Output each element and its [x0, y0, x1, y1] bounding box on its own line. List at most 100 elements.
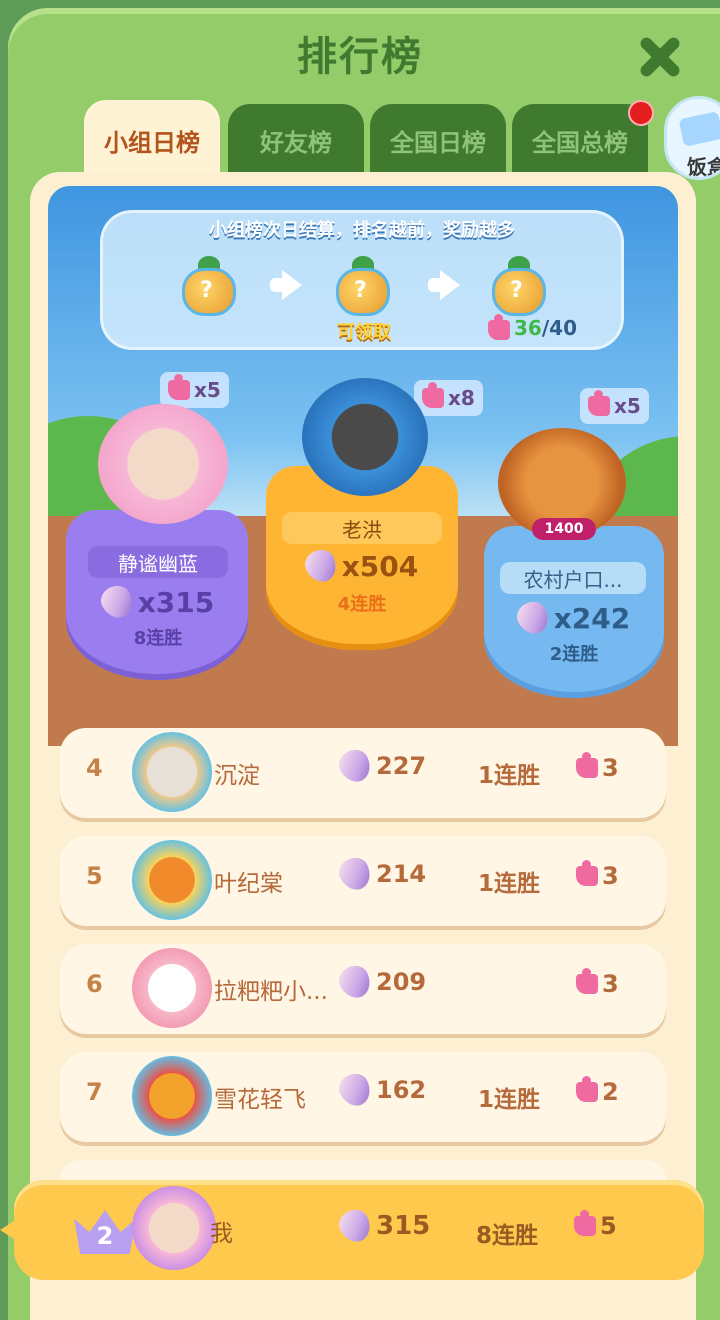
my-rank-number: 2 [96, 1222, 114, 1250]
avatar[interactable] [132, 840, 212, 920]
my-piece-count: 5 [574, 1210, 617, 1240]
tab-group-daily[interactable]: 小组日榜 [84, 100, 220, 180]
podium-score-rank1: x504 [282, 545, 442, 587]
my-avatar[interactable] [132, 1186, 216, 1270]
avatar-rank2[interactable] [98, 404, 228, 524]
piece-count: 3 [576, 752, 619, 782]
lunchbox-label: 饭盒 [687, 155, 720, 179]
player-name: 叶纪棠 [214, 871, 283, 897]
tab-national-daily[interactable]: 全国日榜 [370, 104, 506, 176]
score-value: 227 [376, 752, 427, 780]
score-value: 209 [376, 968, 427, 996]
pieces-value: 5 [600, 1212, 617, 1240]
pieces-value: 2 [602, 1078, 619, 1106]
shell-icon [512, 597, 554, 639]
podium-streak-rank2: 8连胜 [133, 628, 183, 649]
piece-count: 3 [576, 968, 619, 998]
close-icon[interactable] [636, 34, 682, 80]
score-value: 214 [376, 860, 427, 888]
list-item[interactable]: 5 叶纪棠 214 1连胜 3 [60, 836, 666, 926]
shell-icon [334, 1069, 376, 1111]
reward-chest-2[interactable]: ? [332, 256, 394, 318]
arrow-right-icon [270, 270, 304, 300]
my-win-streak: 8连胜 [476, 1223, 539, 1249]
my-rank-bar[interactable]: 2 我 315 8连胜 5 [0, 1180, 704, 1280]
list-item[interactable]: 6 拉粑粑小... 209 3 [60, 944, 666, 1034]
piece-count: 3 [576, 860, 619, 890]
pieces-value: 3 [602, 970, 619, 998]
puzzle-piece-icon [576, 1076, 598, 1102]
puzzle-piece-icon [574, 1210, 596, 1236]
reward-chest-3[interactable]: ? [488, 256, 550, 318]
pieces-bubble-rank1: x8 [414, 380, 483, 416]
avatar[interactable] [132, 1056, 212, 1136]
score-value: 315 [376, 1211, 431, 1241]
progress-current: 36 [514, 316, 542, 340]
pieces-count: x5 [614, 394, 641, 418]
shell-icon [334, 853, 376, 895]
pieces-bubble-rank3: x5 [580, 388, 649, 424]
rank-number: 6 [86, 970, 103, 998]
shell-score: 162 [334, 1069, 427, 1111]
puzzle-piece-icon [576, 968, 598, 994]
podium-name-rank2: 静谧幽蓝 [88, 546, 228, 578]
shell-icon [96, 581, 138, 623]
win-streak: 1连胜 [478, 763, 541, 789]
win-streak: 1连胜 [478, 871, 541, 897]
player-name: 拉粑粑小... [214, 979, 328, 1005]
score-value: x242 [553, 601, 631, 635]
avatar[interactable] [132, 732, 212, 812]
rank-number: 5 [86, 862, 103, 890]
pieces-count: x8 [448, 386, 475, 410]
list-item[interactable]: 7 雪花轻飞 162 1连胜 2 [60, 1052, 666, 1142]
win-streak: 1连胜 [478, 1087, 541, 1113]
player-name: 沉淀 [214, 763, 260, 789]
score-value: 162 [376, 1076, 427, 1104]
podium-score-rank2: x315 [78, 581, 238, 623]
puzzle-piece-icon [576, 752, 598, 778]
pieces-value: 3 [602, 862, 619, 890]
lunchbox-button[interactable]: 饭盒 [664, 96, 720, 180]
pieces-count: x5 [194, 378, 221, 402]
podium-score-rank3: x242 [494, 597, 654, 639]
page-title: 排行榜 [297, 34, 423, 80]
shell-score: 214 [334, 853, 427, 895]
puzzle-piece-icon [168, 374, 190, 400]
player-name: 雪花轻飞 [214, 1087, 306, 1113]
shell-icon [334, 961, 376, 1003]
score-value: x504 [341, 549, 419, 583]
list-item[interactable]: 4 沉淀 227 1连胜 3 [60, 728, 666, 818]
piece-count: 2 [576, 1076, 619, 1106]
lunchbox-icon [678, 111, 720, 147]
level-badge: 1400 [532, 518, 596, 540]
notification-dot [628, 100, 654, 126]
puzzle-piece-icon [488, 313, 510, 340]
my-shell-score: 315 [334, 1205, 431, 1247]
my-name: 我 [210, 1221, 233, 1247]
reward-chest-1[interactable]: ? [178, 256, 240, 318]
progress-total: /40 [541, 316, 577, 340]
avatar-rank1[interactable] [302, 378, 428, 496]
shell-icon [334, 745, 376, 787]
puzzle-piece-icon [576, 860, 598, 886]
piece-progress: 36/40 [488, 313, 577, 340]
shell-score: 227 [334, 745, 427, 787]
pieces-bubble-rank2: x5 [160, 372, 229, 408]
rank-number: 4 [86, 754, 103, 782]
shell-icon [300, 545, 342, 587]
reward-info-text: 小组榜次日结算，排名越前，奖励越多 [209, 220, 515, 241]
tab-friends[interactable]: 好友榜 [228, 104, 364, 176]
arrow-right-icon [428, 270, 462, 300]
avatar[interactable] [132, 948, 212, 1028]
pieces-value: 3 [602, 754, 619, 782]
puzzle-piece-icon [588, 390, 610, 416]
podium-streak-rank1: 4连胜 [337, 594, 387, 615]
shell-score: 209 [334, 961, 427, 1003]
crown-icon: 2 [74, 1210, 136, 1254]
shell-icon [334, 1205, 376, 1247]
podium-name-rank1: 老洪 [282, 512, 442, 544]
podium-streak-rank3: 2连胜 [549, 644, 599, 665]
rank-number: 7 [86, 1078, 103, 1106]
claimable-label[interactable]: 可领取 [314, 318, 414, 344]
puzzle-piece-icon [422, 382, 444, 408]
